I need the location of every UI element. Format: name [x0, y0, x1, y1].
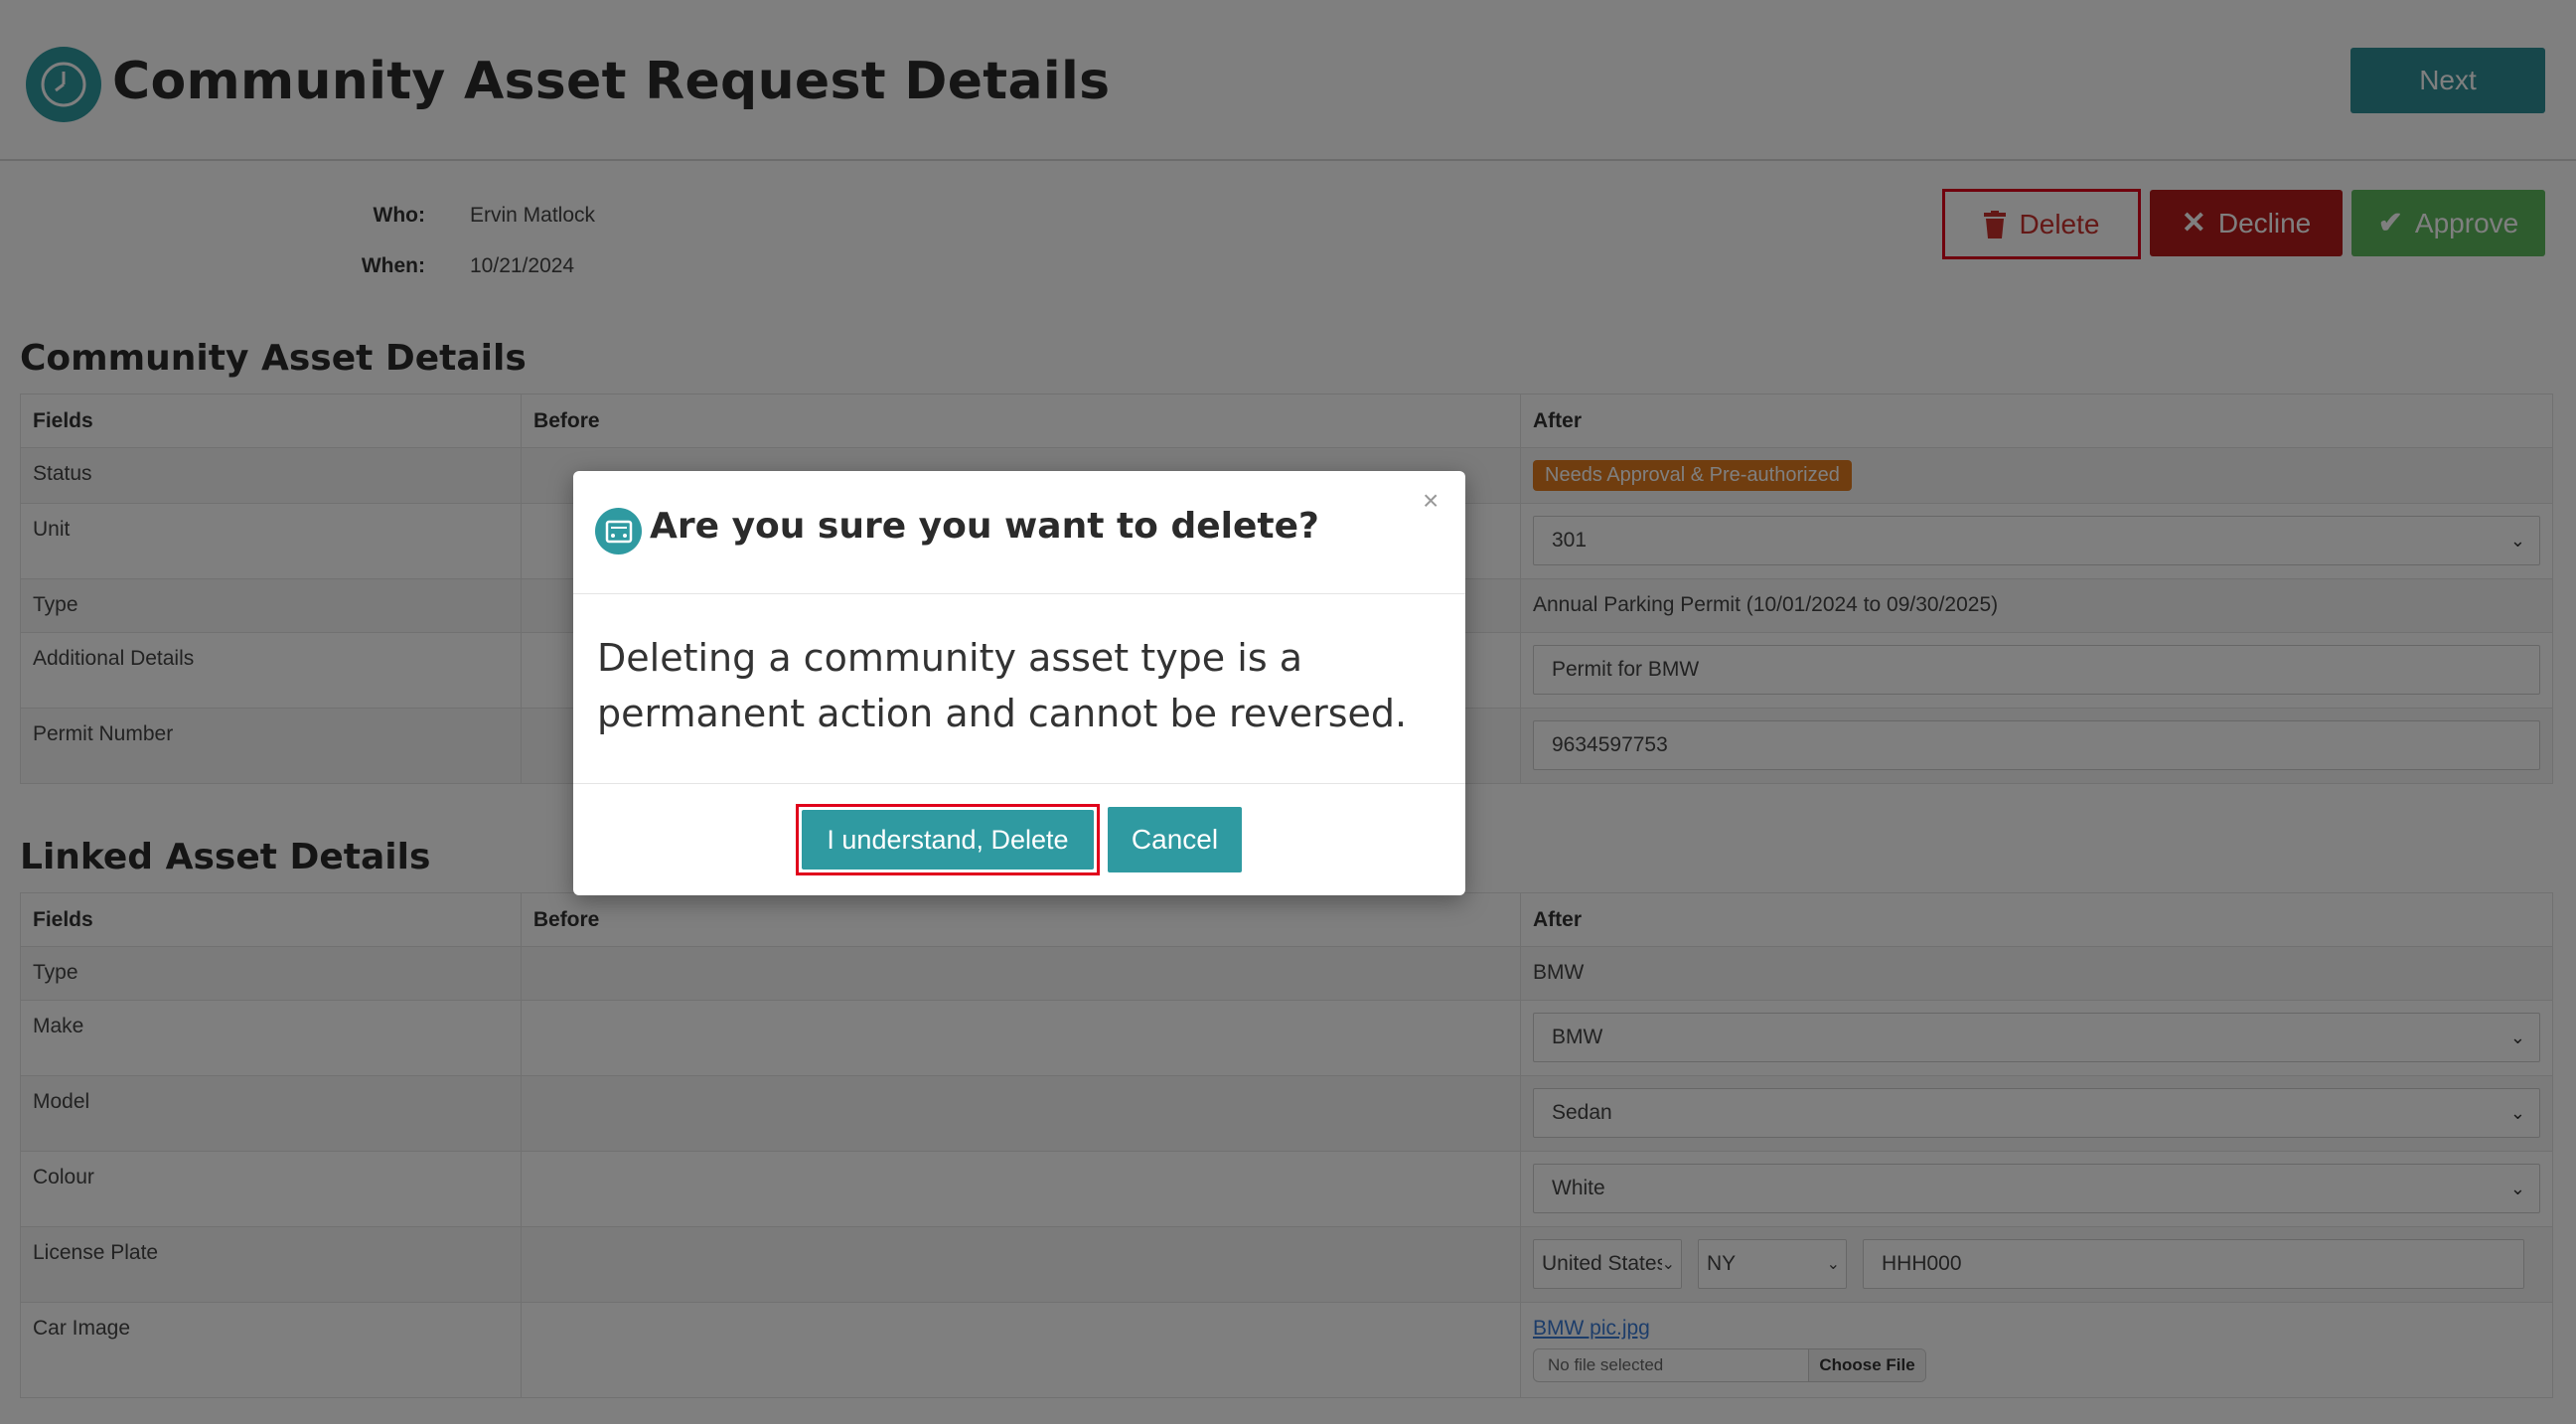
delete-confirm-modal: Are you sure you want to delete? × Delet…	[573, 471, 1465, 895]
modal-body-text: Deleting a community asset type is a per…	[597, 636, 1408, 735]
cancel-button[interactable]: Cancel	[1108, 807, 1242, 872]
confirm-delete-button[interactable]: I understand, Delete	[802, 810, 1094, 870]
modal-title: Are you sure you want to delete?	[650, 506, 1319, 547]
close-icon[interactable]: ×	[1423, 485, 1439, 517]
page: Community Asset Request Details Next Who…	[0, 0, 2576, 1424]
confirm-button-highlight: I understand, Delete	[796, 804, 1100, 875]
parking-icon	[595, 508, 642, 554]
modal-header: Are you sure you want to delete? ×	[573, 471, 1465, 594]
